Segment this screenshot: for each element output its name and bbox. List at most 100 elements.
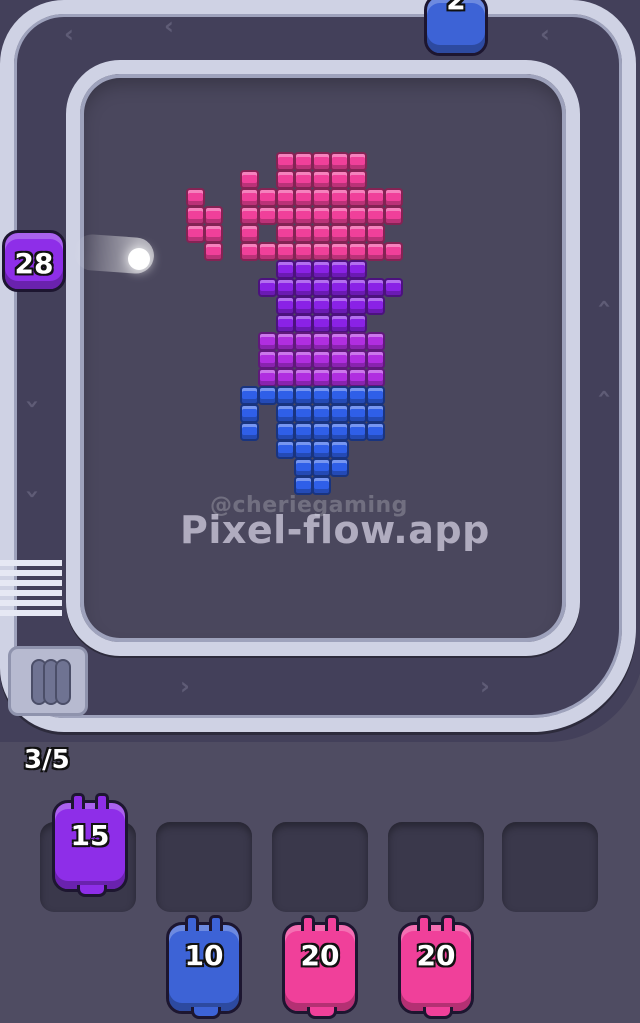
pixel-block [258, 242, 277, 261]
pixel-block [330, 296, 349, 315]
pixel-block [312, 242, 331, 261]
track-chevron-icon: ‹ [590, 299, 619, 309]
pixel-block [240, 404, 259, 423]
pixel-block [276, 152, 295, 171]
shooter-count: 10 [184, 939, 224, 972]
pixel-block [366, 350, 385, 369]
pixel-block [294, 422, 313, 441]
shooter-count: 2 [427, 0, 485, 16]
waiting-slot-5 [502, 822, 598, 912]
pixel-block [294, 296, 313, 315]
queue-shooter-20[interactable]: 20 [398, 915, 474, 1019]
pixel-block [294, 242, 313, 261]
pixel-block [204, 206, 223, 225]
pixel-block [366, 224, 385, 243]
pixel-block [348, 206, 367, 225]
pixel-block [348, 278, 367, 297]
pixel-block [276, 224, 295, 243]
pixel-block [330, 458, 349, 477]
pixel-block [240, 188, 259, 207]
pixel-block [258, 206, 277, 225]
waiting-slot-4 [388, 822, 484, 912]
pixel-block [258, 368, 277, 387]
track-chevron-icon: ‹ [16, 489, 45, 499]
pixel-block [276, 422, 295, 441]
pixel-block [276, 404, 295, 423]
pixel-block [348, 350, 367, 369]
track-chevron-icon: ‹ [590, 389, 619, 399]
pixel-block [276, 386, 295, 405]
pixel-block [276, 188, 295, 207]
pixel-block [276, 296, 295, 315]
shooter-ear [95, 793, 109, 809]
queue-shooter-10[interactable]: 10 [166, 915, 242, 1019]
pixel-block [276, 314, 295, 333]
pixel-block [312, 368, 331, 387]
pixel-block [276, 278, 295, 297]
pixel-block [330, 368, 349, 387]
pixel-block [348, 296, 367, 315]
pixel-block [312, 224, 331, 243]
pixel-block [294, 386, 313, 405]
pixel-block [330, 170, 349, 189]
pixel-block [312, 206, 331, 225]
ammo-dispenser [8, 646, 88, 716]
pixel-block [276, 242, 295, 261]
conveyor-entry-stripes [0, 560, 62, 622]
pixel-block [258, 332, 277, 351]
shooter-ear [325, 915, 339, 931]
track-shooter-28[interactable]: 28 [2, 230, 66, 292]
pixel-block [294, 332, 313, 351]
pixel-block [348, 332, 367, 351]
pixel-block [330, 242, 349, 261]
pixel-block [330, 260, 349, 279]
pixel-block [366, 296, 385, 315]
pixel-block [258, 386, 277, 405]
slot-shooter-15[interactable]: 15 [52, 793, 128, 897]
shooter-foot [77, 885, 107, 897]
pixel-block [276, 332, 295, 351]
pixel-block [348, 170, 367, 189]
shooter-ear [441, 915, 455, 931]
pixel-block [204, 242, 223, 261]
pixel-block [312, 458, 331, 477]
track-chevron-icon: ‹ [540, 20, 550, 48]
pixel-block [366, 206, 385, 225]
pixel-block [294, 170, 313, 189]
pixel-block [348, 188, 367, 207]
shooter-ear [417, 915, 431, 931]
pixel-block [294, 278, 313, 297]
pixel-block [312, 170, 331, 189]
pixel-block [330, 350, 349, 369]
pixel-block [312, 422, 331, 441]
queue-shooter-20[interactable]: 20 [282, 915, 358, 1019]
pixel-block [366, 368, 385, 387]
shooter-ear [71, 793, 85, 809]
track-chevron-icon: ‹ [480, 674, 490, 702]
pixel-block [294, 404, 313, 423]
track-shooter-2[interactable]: 2 [424, 0, 488, 56]
pixel-block [312, 404, 331, 423]
bullet [128, 248, 150, 270]
pixel-block [348, 386, 367, 405]
pixel-block [276, 170, 295, 189]
shooter-count: 15 [70, 819, 110, 852]
pixel-block [294, 152, 313, 171]
shooter-count: 20 [300, 939, 340, 972]
pixel-block [294, 260, 313, 279]
dispenser-roll [55, 659, 71, 705]
pixel-block [366, 242, 385, 261]
pixel-block [384, 242, 403, 261]
pixel-block [384, 278, 403, 297]
shooter-ear [209, 915, 223, 931]
track-chevron-icon: ‹ [64, 20, 74, 48]
pixel-block [330, 206, 349, 225]
shooter-foot [423, 1007, 453, 1019]
pixel-block [348, 242, 367, 261]
pixel-block [348, 368, 367, 387]
pixel-block [312, 332, 331, 351]
track-chevron-icon: ‹ [180, 674, 190, 702]
queue-counter: 3/5 [24, 745, 70, 775]
track-chevron-icon: ‹ [164, 12, 174, 40]
pixel-block [276, 206, 295, 225]
